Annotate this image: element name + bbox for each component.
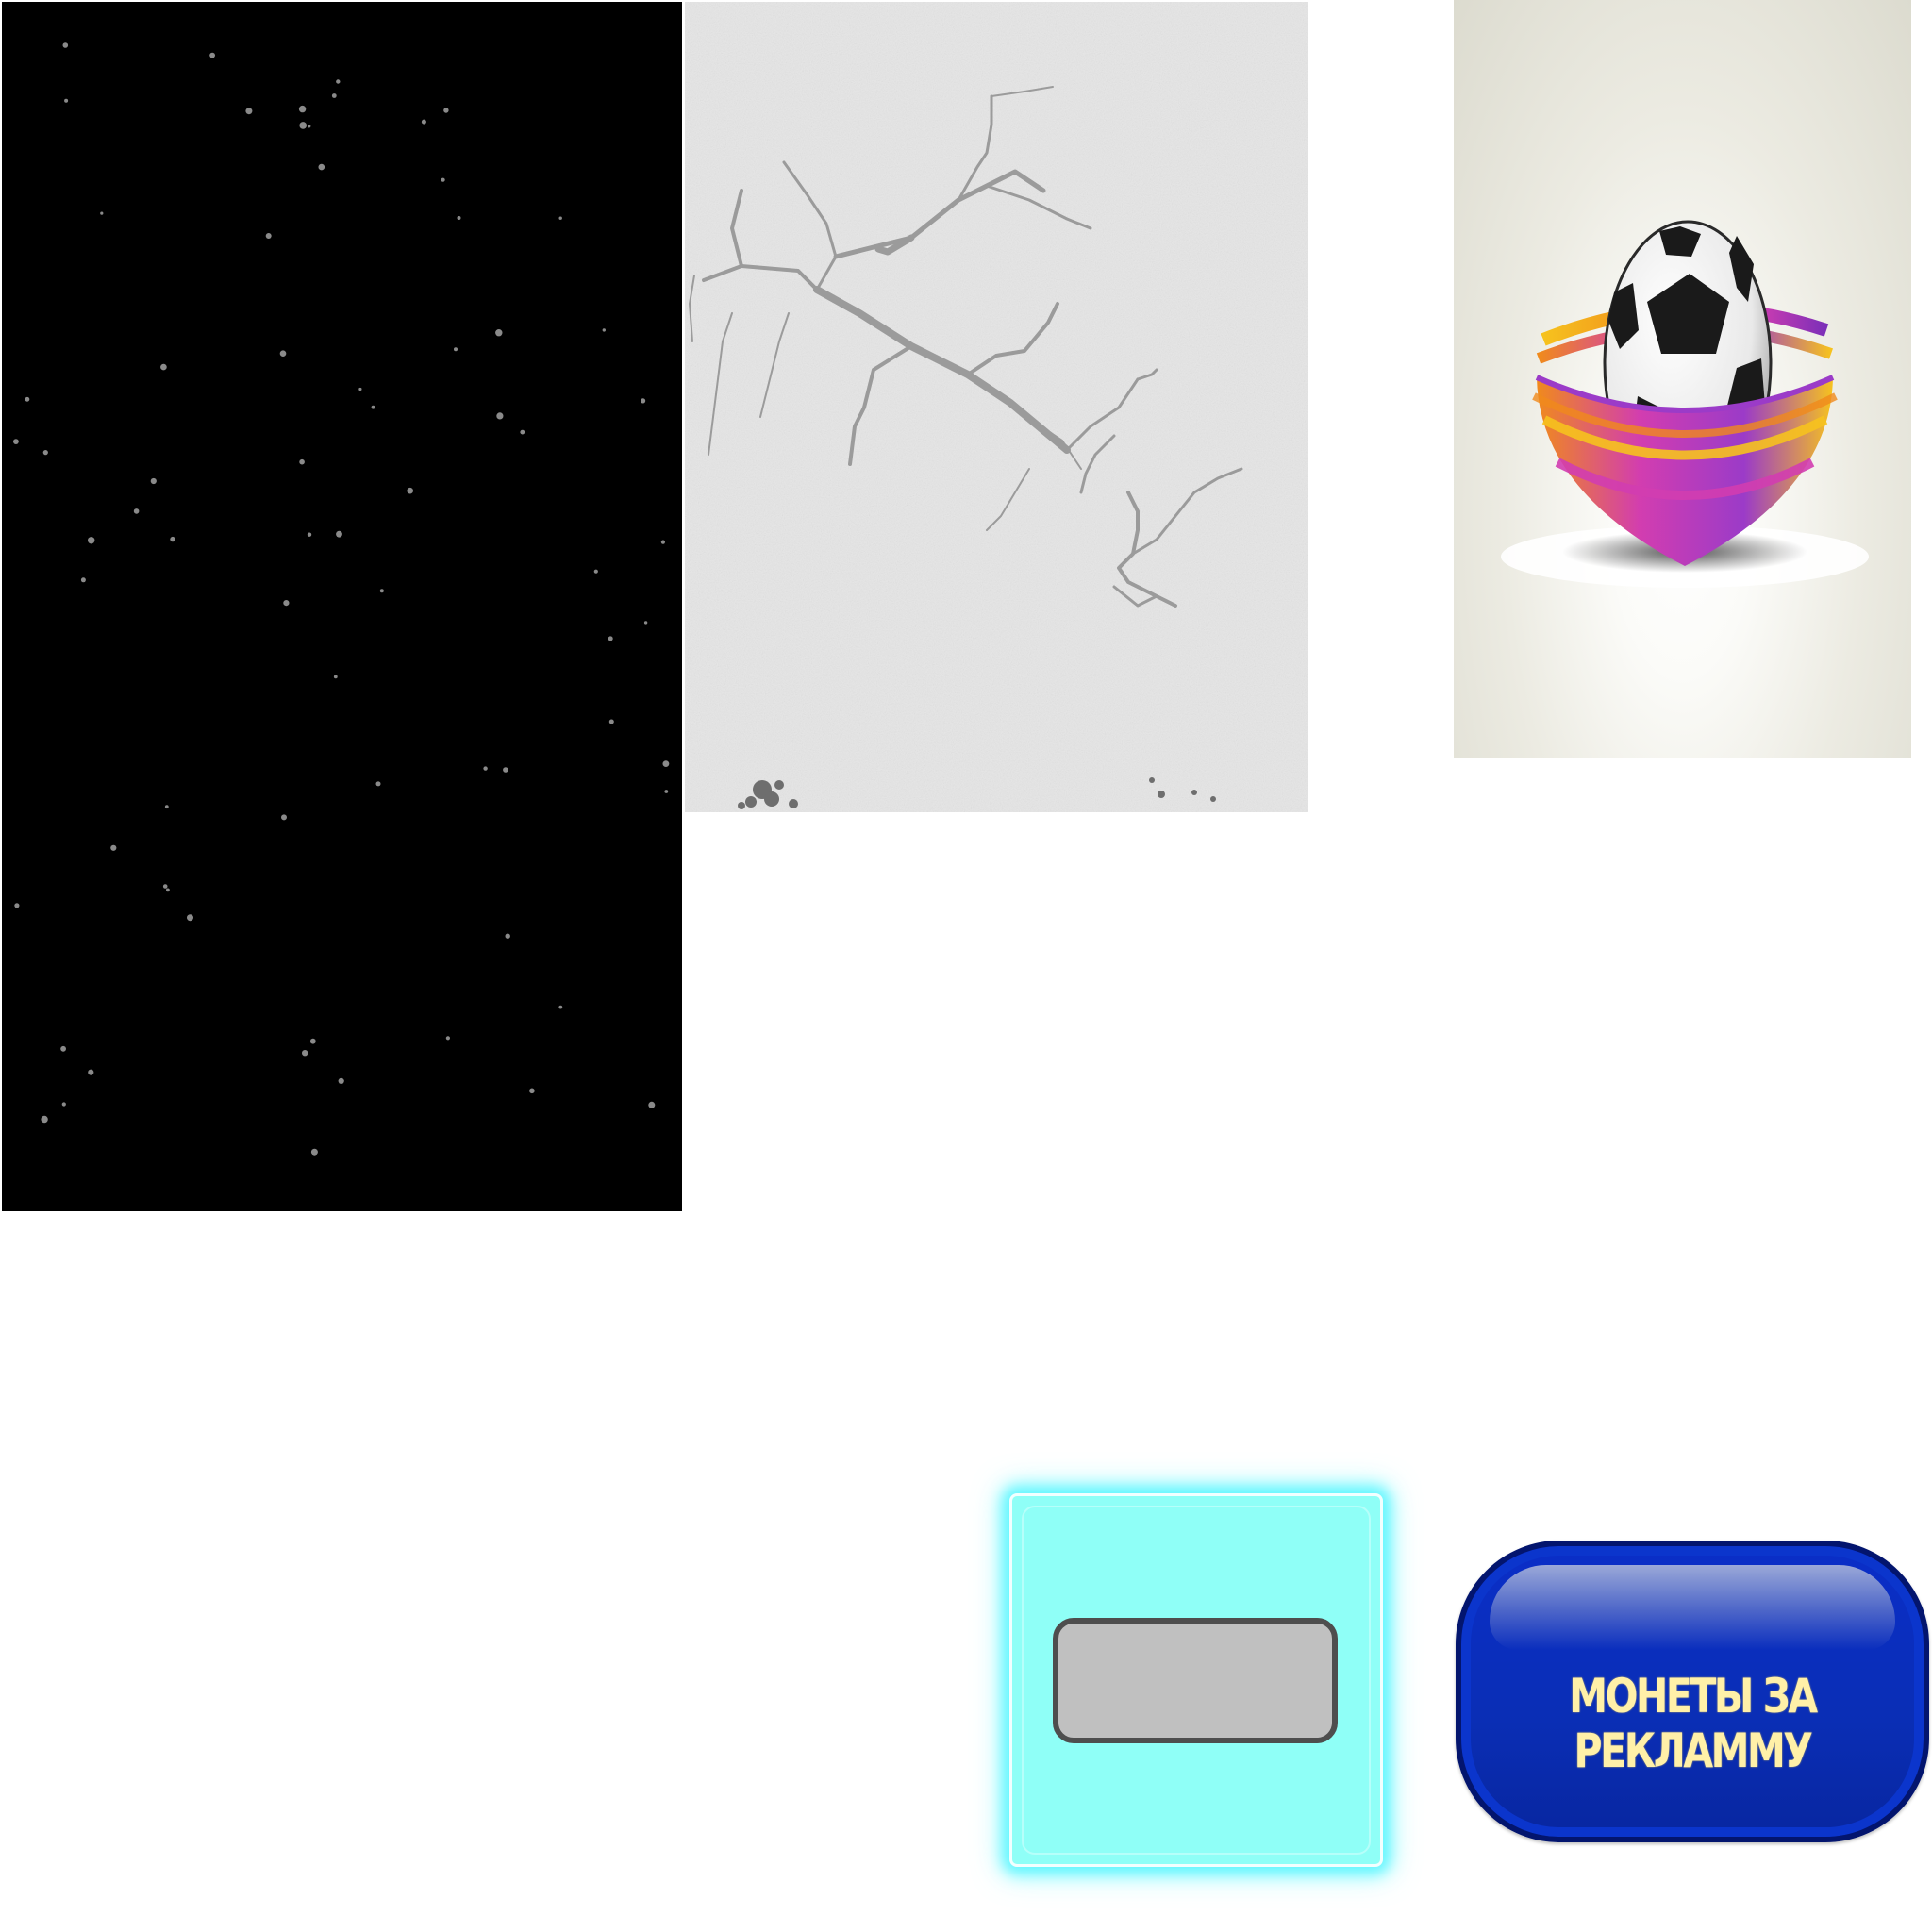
star <box>298 105 307 113</box>
star <box>281 814 287 821</box>
star <box>520 429 525 435</box>
star <box>443 108 449 113</box>
cyan-slot-tile[interactable] <box>1009 1493 1383 1867</box>
button-gloss <box>1490 1565 1895 1650</box>
star <box>483 766 488 771</box>
star <box>331 93 337 98</box>
star <box>318 163 325 171</box>
star <box>496 412 504 420</box>
star <box>41 1115 48 1124</box>
star <box>164 805 169 809</box>
star <box>310 1148 318 1156</box>
star <box>421 119 426 125</box>
star <box>641 398 646 404</box>
star <box>558 216 562 220</box>
star <box>602 328 606 332</box>
star <box>457 216 461 220</box>
star <box>407 487 414 494</box>
star <box>88 537 95 544</box>
star <box>375 781 381 787</box>
star <box>299 458 305 465</box>
star <box>302 1050 308 1057</box>
star <box>445 1036 450 1041</box>
star <box>333 675 338 679</box>
star <box>100 211 104 215</box>
star <box>358 387 362 391</box>
star <box>279 350 287 358</box>
starfield-background <box>2 2 682 1211</box>
grey-slot <box>1053 1618 1338 1743</box>
star <box>662 760 670 767</box>
soccer-ball-icon <box>1501 220 1869 588</box>
star <box>245 108 253 115</box>
star <box>336 530 342 538</box>
star <box>643 621 648 625</box>
star <box>299 122 308 129</box>
star <box>187 914 193 922</box>
star <box>608 719 614 724</box>
star <box>441 177 445 182</box>
star <box>209 52 216 58</box>
stars-layer <box>13 42 670 1156</box>
star <box>160 363 167 371</box>
star <box>558 1005 563 1009</box>
soccer-ball-logo <box>1454 0 1911 758</box>
star <box>660 540 666 544</box>
star <box>25 396 30 402</box>
star <box>265 233 272 239</box>
star <box>593 569 598 574</box>
star <box>308 125 311 128</box>
star <box>283 600 290 607</box>
star <box>64 98 69 103</box>
star <box>133 508 140 514</box>
star <box>608 636 613 641</box>
star <box>503 767 508 773</box>
star <box>529 1088 535 1094</box>
star <box>61 1102 66 1107</box>
star <box>664 790 669 793</box>
ads-button-label: МОНЕТЫ ЗА РЕКЛАММУ <box>1569 1669 1818 1778</box>
star <box>309 1038 316 1044</box>
cracks-layer <box>685 2 1308 812</box>
star <box>505 933 510 939</box>
star <box>110 844 117 851</box>
star <box>495 329 503 337</box>
star <box>307 532 312 537</box>
star <box>379 589 384 593</box>
star <box>80 577 86 583</box>
star <box>338 1077 344 1084</box>
star <box>60 1045 66 1052</box>
star <box>62 42 69 48</box>
star <box>648 1101 656 1108</box>
star <box>42 450 48 456</box>
star <box>170 536 175 542</box>
star <box>13 439 19 444</box>
cracked-concrete-background <box>685 2 1308 812</box>
star <box>14 903 20 908</box>
star <box>454 347 458 352</box>
star <box>336 79 341 84</box>
star <box>166 888 170 892</box>
watch-ads-for-coins-button[interactable]: МОНЕТЫ ЗА РЕКЛАММУ <box>1456 1541 1929 1842</box>
star <box>371 405 375 409</box>
star <box>88 1069 94 1075</box>
star <box>150 477 157 485</box>
star <box>162 884 168 889</box>
